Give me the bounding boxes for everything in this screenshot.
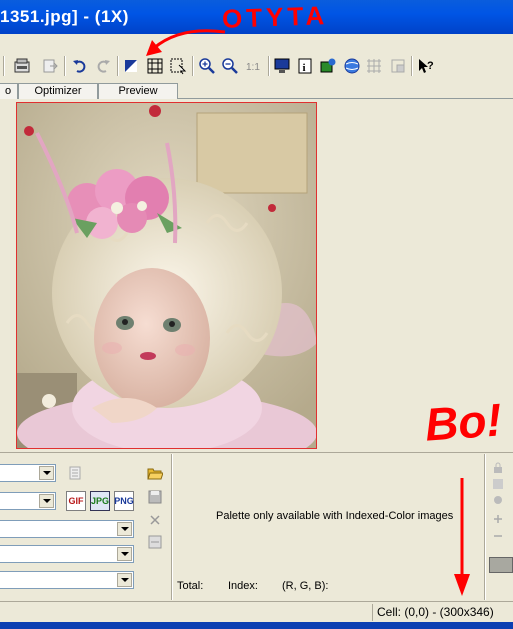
smoothing-select[interactable] [0, 545, 134, 563]
toolbar-separator [411, 56, 413, 76]
svg-text:?: ? [427, 60, 434, 72]
chevron-down-icon[interactable] [117, 522, 132, 536]
svg-text:1:1: 1:1 [246, 62, 260, 73]
gif-format-label: GIF [68, 495, 84, 506]
cell-status: Cell: (0,0) - (300x346) [372, 604, 513, 621]
matte-select[interactable] [0, 571, 134, 589]
remove-color-icon[interactable] [490, 528, 506, 544]
svg-text:i: i [303, 62, 306, 74]
color-swatch[interactable] [489, 557, 513, 573]
image-map-icon[interactable] [318, 56, 338, 76]
preset-select[interactable] [0, 492, 56, 510]
toolbar-separator [117, 56, 119, 76]
png-format-button[interactable]: PNG [114, 491, 134, 511]
lock-icon[interactable] [490, 460, 506, 476]
save-icon[interactable] [147, 489, 163, 505]
html-icon[interactable] [12, 56, 32, 76]
quality-select[interactable] [0, 520, 134, 538]
chevron-down-icon[interactable] [117, 573, 132, 587]
globe-icon[interactable] [342, 56, 362, 76]
toolbar-separator [64, 56, 66, 76]
tab-optimizer[interactable]: Optimizer [18, 83, 98, 99]
window-title: 1351.jpg] - (1X) [0, 7, 129, 26]
export-disabled-icon[interactable] [388, 56, 408, 76]
toolbar-separator [268, 56, 270, 76]
annotation-top-text: OTYTA [221, 0, 329, 34]
grid-disabled-icon[interactable] [364, 56, 384, 76]
chevron-down-icon[interactable] [117, 547, 132, 561]
palette-index-label: Index: [228, 580, 258, 592]
open-folder-icon[interactable] [147, 465, 163, 481]
panel-divider [171, 454, 173, 600]
palette-rgb-label: (R, G, B): [282, 580, 329, 592]
gif-format-button[interactable]: GIF [66, 491, 86, 511]
undo-icon[interactable] [70, 56, 90, 76]
panel-divider [484, 454, 486, 600]
add-color-icon[interactable] [490, 511, 506, 527]
taskbar-strip [0, 622, 513, 629]
image-canvas[interactable] [16, 102, 317, 449]
annotation-top-arrow [146, 29, 226, 56]
redo-icon[interactable] [93, 56, 113, 76]
chevron-down-icon[interactable] [39, 494, 54, 508]
jpg-format-button[interactable]: JPG [90, 491, 110, 511]
jpg-format-label: JPG [91, 495, 110, 506]
settings-icon[interactable] [147, 534, 163, 550]
format-select[interactable] [0, 464, 56, 482]
web-snap-icon[interactable] [490, 492, 506, 508]
delete-icon[interactable] [147, 512, 163, 528]
export-icon[interactable] [40, 56, 60, 76]
crop-square-icon[interactable] [121, 56, 141, 76]
annotation-bottom-text: Bo! [423, 393, 504, 451]
toolbar: 1:1 i ? [0, 50, 513, 83]
help-cursor-icon[interactable]: ? [416, 56, 436, 76]
actual-size-icon[interactable]: 1:1 [244, 56, 264, 76]
tab-preview[interactable]: Preview [98, 83, 178, 99]
palette-total-label: Total: [177, 580, 204, 592]
status-bar: Cell: (0,0) - (300x346) [0, 601, 513, 622]
doll-photo [17, 103, 316, 448]
toolbar-separator [3, 56, 5, 76]
chevron-down-icon[interactable] [39, 466, 54, 480]
tab-previous[interactable]: o [0, 83, 18, 99]
page-icon[interactable] [67, 465, 83, 481]
info-icon[interactable]: i [295, 56, 315, 76]
palette-message: Palette only available with Indexed-Colo… [216, 510, 454, 522]
view-tabs: o Optimizer Preview [0, 83, 513, 99]
transparent-icon[interactable] [490, 476, 506, 492]
monitor-icon[interactable] [272, 56, 292, 76]
annotation-bottom-arrow [454, 478, 470, 596]
png-format-label: PNG [114, 495, 134, 506]
